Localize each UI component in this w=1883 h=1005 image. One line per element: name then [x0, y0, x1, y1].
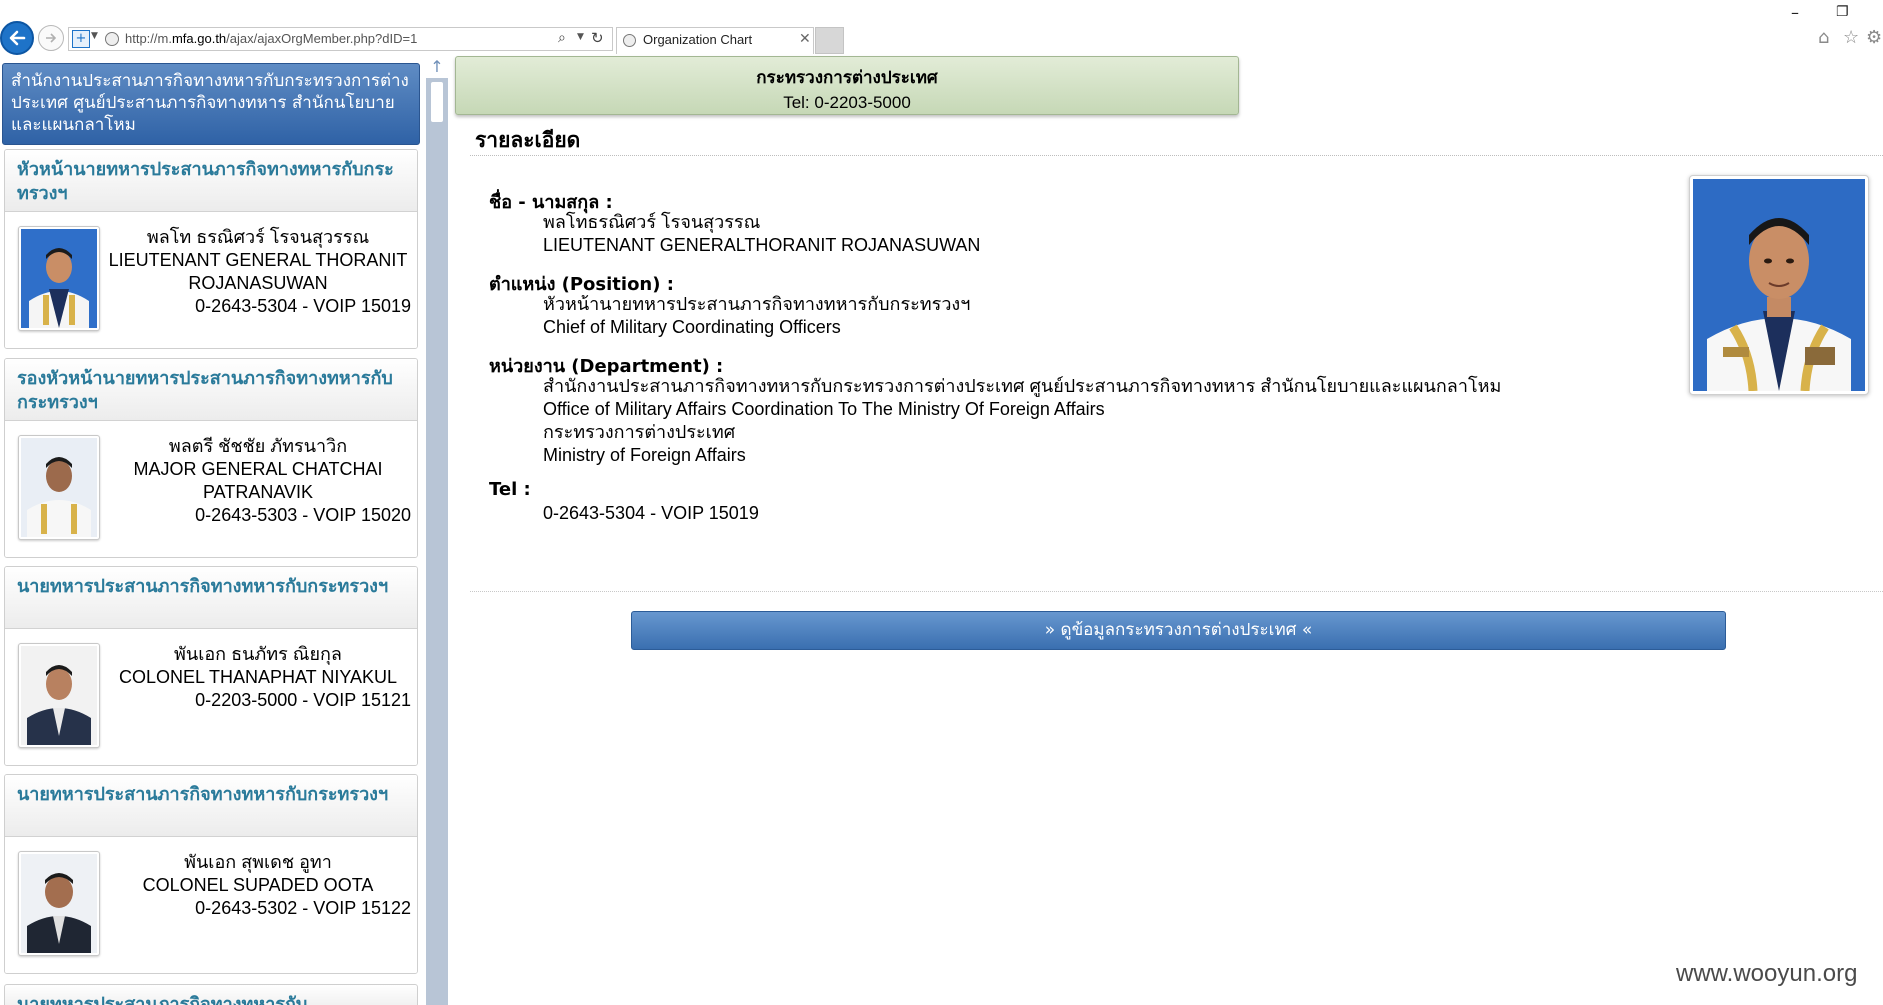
watermark: www.wooyun.org — [1676, 960, 1858, 987]
view-ministry-button[interactable]: » ดูข้อมูลกระทรวงการต่างประเทศ « — [631, 611, 1726, 650]
site-icon — [623, 34, 636, 47]
member-tel: 0-2203-5000 - VOIP 15121 — [195, 690, 411, 710]
card-title: หัวหน้านายทหารประสานภารกิจทางทหารกับกระท… — [5, 150, 417, 212]
member-photo[interactable] — [18, 435, 100, 540]
divider — [470, 155, 1883, 156]
ministry-th-value: กระทรวงการต่างประเทศ — [543, 422, 736, 442]
divider — [470, 591, 1883, 592]
url-text[interactable]: http://m.mfa.go.th/ajax/ajaxOrgMember.ph… — [125, 31, 417, 46]
ministry-header: กระทรวงการต่างประเทศ Tel: 0-2203-5000 — [455, 56, 1239, 115]
home-icon[interactable]: ⌂ — [1818, 27, 1829, 48]
member-card[interactable]: หัวหน้านายทหารประสานภารกิจทางทหารกับกระท… — [4, 149, 418, 349]
sidebar: สำนักงานประสานภารกิจทางทหารกับกระทรวงการ… — [0, 56, 426, 1005]
member-tel: 0-2643-5304 - VOIP 15019 — [195, 296, 411, 316]
chevron-down-icon[interactable]: ▼ — [577, 32, 584, 42]
member-name-en: COLONEL THANAPHAT NIYAKUL — [118, 667, 398, 687]
scrollbar-thumb[interactable] — [431, 82, 443, 122]
member-name-th: พลโท ธรณิศวร์ โรจนสุวรรณ — [146, 227, 370, 247]
refresh-icon[interactable]: ↻ — [591, 29, 604, 47]
ministry-en-value: Ministry of Foreign Affairs — [543, 445, 746, 465]
tab-organization-chart[interactable]: Organization Chart ✕ — [616, 27, 814, 54]
department-th-value: สำนักงานประสานภารกิจทางทหารกับกระทรวงการ… — [543, 376, 1502, 396]
member-card[interactable]: นายทหารประสานภารกิจทางทหารกับกระทรวงฯ พั… — [4, 774, 418, 974]
name-th-value: พลโทธรณิศวร์ โรจนสุวรรณ — [543, 212, 761, 232]
url-path: /ajax/ajaxOrgMember.php?dID=1 — [226, 31, 418, 46]
sidebar-header[interactable]: สำนักงานประสานภารกิจทางทหารกับกระทรวงการ… — [2, 63, 420, 145]
member-tel: 0-2643-5302 - VOIP 15122 — [195, 898, 411, 918]
member-name-en: MAJOR GENERAL CHATCHAI PATRANAVIK — [133, 459, 383, 502]
back-button[interactable] — [0, 21, 34, 55]
member-photo[interactable] — [18, 851, 100, 956]
search-icon[interactable]: ⌕ — [558, 30, 566, 46]
forward-arrow-icon — [46, 33, 57, 43]
url-domain: mfa.go.th — [171, 31, 227, 46]
site-icon — [105, 32, 119, 46]
new-tab-button[interactable] — [815, 27, 844, 54]
address-bar[interactable]: + ▼ http://m.mfa.go.th/ajax/ajaxOrgMembe… — [68, 27, 613, 51]
ministry-tel: Tel: 0-2203-5000 — [783, 93, 911, 112]
member-name-en: COLONEL SUPADED OOTA — [142, 875, 374, 895]
chevron-down-icon[interactable]: ▼ — [91, 31, 98, 41]
member-card[interactable]: รองหัวหน้านายทหารประสานภารกิจทางทหารกับก… — [4, 358, 418, 558]
back-arrow-icon — [9, 30, 26, 46]
tel-value: 0-2643-5304 - VOIP 15019 — [543, 503, 759, 523]
card-title: นายทหารประสานภารกิจทางทหารกับกระทรวงฯ — [5, 567, 417, 629]
minimize-icon[interactable]: – — [1791, 3, 1799, 22]
restore-icon[interactable]: ❐ — [1836, 4, 1849, 20]
member-name-th: พันเอก สุพเดช อูทา — [184, 852, 332, 872]
tel-label: Tel : — [489, 479, 531, 500]
department-en-value: Office of Military Affairs Coordination … — [543, 399, 1105, 419]
close-icon[interactable]: ✕ — [799, 31, 811, 47]
member-name-th: พันเอก ธนภัทร ณิยกุล — [174, 644, 342, 664]
sidebar-scrollbar[interactable]: ↑ — [426, 56, 448, 1005]
tab-title: Organization Chart — [643, 32, 753, 47]
gear-icon[interactable]: ⚙ — [1866, 27, 1882, 48]
card-title: รองหัวหน้านายทหารประสานภารกิจทางทหารกับก… — [5, 359, 417, 421]
name-en-value: LIEUTENANT GENERALTHORANIT ROJANASUWAN — [543, 235, 981, 255]
details-title: รายละเอียด — [475, 128, 581, 152]
member-photo[interactable] — [18, 226, 100, 331]
forward-button[interactable] — [38, 25, 64, 51]
url-prefix: http://m. — [125, 31, 172, 46]
browser-chrome: + ▼ http://m.mfa.go.th/ajax/ajaxOrgMembe… — [0, 0, 1883, 56]
position-en-value: Chief of Military Coordinating Officers — [543, 317, 841, 337]
member-card[interactable]: นายทหารประสานภารกิจทางทหารกับกระทรวงฯ พั… — [4, 566, 418, 766]
star-icon[interactable]: ☆ — [1843, 27, 1859, 48]
member-card-partial[interactable]: นายทหารประสานภารกิจทางทหารกับ — [4, 984, 418, 1005]
member-tel: 0-2643-5303 - VOIP 15020 — [195, 505, 411, 525]
card-title: นายทหารประสานภารกิจทางทหารกับกระทรวงฯ — [5, 775, 417, 837]
ministry-name: กระทรวงการต่างประเทศ — [756, 68, 938, 88]
member-name-en: LIEUTENANT GENERAL THORANIT ROJANASUWAN — [108, 250, 408, 293]
profile-photo — [1689, 175, 1869, 395]
compatibility-view-icon[interactable]: + — [72, 30, 90, 48]
scroll-up-arrow-icon[interactable]: ↑ — [426, 56, 448, 78]
member-photo[interactable] — [18, 643, 100, 748]
position-th-value: หัวหน้านายทหารประสานภารกิจทางทหารกับกระท… — [543, 294, 971, 314]
member-name-th: พลตรี ชัชชัย ภัทรนาวิก — [168, 436, 348, 456]
